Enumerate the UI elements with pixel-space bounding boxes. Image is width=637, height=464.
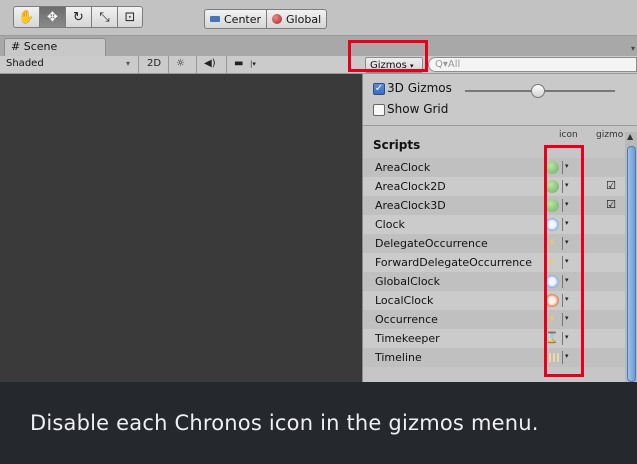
pivot-global-button[interactable]: Global: [266, 9, 328, 29]
script-name: GlobalClock: [375, 275, 440, 288]
script-name: LocalClock: [375, 294, 434, 307]
list-item: Timeline ▾: [363, 348, 625, 367]
list-item: ForwardDelegateOccurrence ⚡ ▾: [363, 253, 625, 272]
gizmo-column-header: gizmo: [596, 130, 624, 140]
script-name: Timeline: [375, 351, 422, 364]
script-name: AreaClock: [375, 161, 431, 174]
gizmo-checkbox[interactable]: ☑: [605, 199, 617, 211]
tab-scene-label: # Scene: [11, 40, 58, 53]
effects-icon[interactable]: ▬: [234, 58, 243, 69]
transform-tools: ✋ ✥ ↻ ⤡ ⊡: [13, 6, 143, 28]
globe-icon: [272, 14, 283, 24]
scale-icon: ⤡: [99, 9, 110, 25]
scene-viewport[interactable]: [0, 74, 362, 382]
list-item: Timekeeper ⌛ ▾: [363, 329, 625, 348]
rect-tool-button[interactable]: ⊡: [117, 6, 143, 28]
gizmos-highlight-box: [348, 40, 428, 72]
scripts-section-title: Scripts: [373, 138, 421, 152]
icon-column-header: icon: [559, 130, 578, 140]
pivot-center-label: Center: [224, 12, 262, 26]
script-name: DelegateOccurrence: [375, 237, 488, 250]
scrollbar-thumb[interactable]: [627, 146, 636, 382]
tab-menu-icon[interactable]: ▾: [631, 44, 635, 53]
center-icon: [210, 16, 220, 22]
show-grid-checkbox[interactable]: [373, 104, 385, 116]
list-item: AreaClock ▾: [363, 158, 625, 177]
list-item: LocalClock ▾: [363, 291, 625, 310]
script-name: AreaClock3D: [375, 199, 446, 212]
divider: [168, 56, 169, 74]
audio-icon[interactable]: ◀): [204, 58, 216, 69]
gizmos-3d-label: 3D Gizmos: [387, 81, 452, 95]
divider: [226, 56, 227, 74]
lighting-icon[interactable]: ☼: [176, 58, 185, 69]
hand-icon: ✋: [18, 9, 35, 25]
list-item: Clock ▾: [363, 215, 625, 234]
move-tool-button[interactable]: ✥: [39, 6, 65, 28]
pivot-global-label: Global: [286, 12, 322, 26]
mode-2d-button[interactable]: 2D: [147, 58, 161, 69]
icon-column-highlight-box: [544, 145, 584, 377]
search-input[interactable]: Q▾All: [428, 57, 637, 72]
gizmos-options: ✓ 3D Gizmos Show Grid: [363, 74, 637, 126]
pivot-toggles: Center Global: [204, 9, 328, 29]
pivot-center-button[interactable]: Center: [204, 9, 267, 29]
tab-row: # Scene ▾: [0, 36, 637, 56]
list-item: Occurrence ⚡ ▾: [363, 310, 625, 329]
list-item: AreaClock3D ▾ ☑: [363, 196, 625, 215]
gizmos-3d-checkbox[interactable]: ✓: [373, 83, 385, 95]
effects-dropdown-arrow-icon[interactable]: |▾: [250, 60, 256, 68]
list-item: GlobalClock ▾: [363, 272, 625, 291]
move-icon: ✥: [47, 9, 58, 25]
script-name: Clock: [375, 218, 405, 231]
gizmo-checkbox[interactable]: ☑: [605, 180, 617, 192]
script-name: Timekeeper: [375, 332, 440, 345]
scale-tool-button[interactable]: ⤡: [91, 6, 117, 28]
caption-banner: Disable each Chronos icon in the gizmos …: [0, 382, 637, 464]
show-grid-label: Show Grid: [387, 102, 449, 116]
script-name: AreaClock2D: [375, 180, 446, 193]
tab-scene[interactable]: # Scene: [4, 38, 106, 56]
rect-icon: ⊡: [124, 9, 136, 25]
main-toolbar: ✋ ✥ ↻ ⤡ ⊡ Center Global: [0, 0, 637, 36]
list-item: AreaClock2D ▾ ☑: [363, 177, 625, 196]
shading-dropdown-arrow-icon[interactable]: ▾: [126, 59, 130, 68]
rotate-tool-button[interactable]: ↻: [65, 6, 91, 28]
script-name: ForwardDelegateOccurrence: [375, 256, 532, 269]
divider: [196, 56, 197, 74]
gizmo-size-slider-handle[interactable]: [531, 84, 545, 98]
scripts-list: AreaClock ▾ AreaClock2D ▾ ☑ AreaClock3D ▾ ☑ Cloc…: [363, 158, 625, 367]
list-item: DelegateOccurrence ⚡ ▾: [363, 234, 625, 253]
scroll-up-arrow-icon[interactable]: ▲: [627, 132, 633, 141]
rotate-icon: ↻: [73, 9, 84, 25]
gizmos-dropdown-panel: ✓ 3D Gizmos Show Grid Scripts icon gizmo…: [362, 74, 637, 382]
shading-mode-dropdown[interactable]: Shaded: [6, 58, 44, 69]
script-name: Occurrence: [375, 313, 438, 326]
divider: [138, 56, 139, 74]
hand-tool-button[interactable]: ✋: [13, 6, 39, 28]
